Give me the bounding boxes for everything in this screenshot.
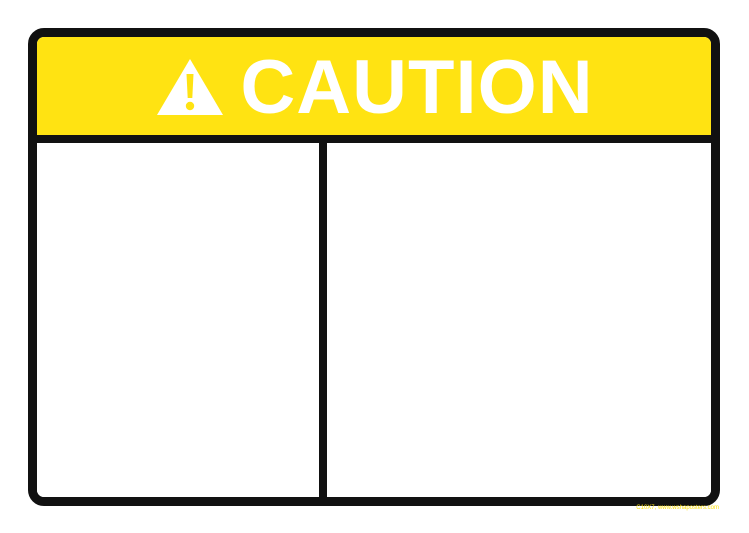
caution-sign: CAUTION [28,28,720,506]
vertical-divider [319,143,327,497]
header-divider [37,135,711,143]
right-message-panel [327,143,711,497]
caution-title: CAUTION [240,45,594,130]
caution-header: CAUTION [37,37,711,135]
left-message-panel [37,143,319,497]
footer-credit: C10X7, www.wshaposters.com [636,505,719,511]
warning-triangle-icon [157,59,224,115]
